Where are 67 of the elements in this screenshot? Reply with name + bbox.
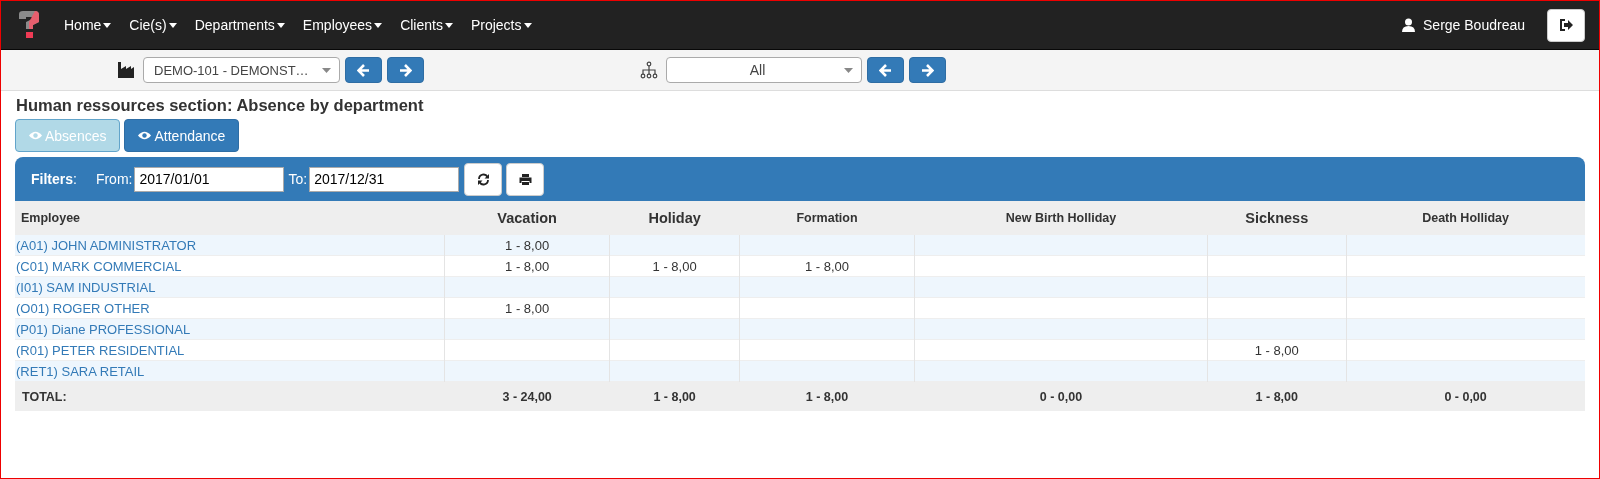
caret-icon <box>168 22 177 28</box>
nav-menu[interactable]: Projects <box>461 17 541 33</box>
hierarchy-icon <box>640 61 658 79</box>
previous-button[interactable] <box>867 57 904 83</box>
dropdown-icon <box>322 67 331 73</box>
page-title: Human ressources section: Absence by department <box>16 96 425 115</box>
user-name[interactable]: Serge Boudreau <box>1423 17 1525 33</box>
total-cell: 1 - 8,00 <box>653 389 696 404</box>
table-cell: 1 - 8,00 <box>1254 342 1299 358</box>
arrow-right-icon <box>921 63 934 77</box>
eye-icon <box>29 131 42 140</box>
arrow-left-icon <box>357 63 370 77</box>
refresh-button[interactable] <box>464 162 503 196</box>
total-cell: 1 - 8,00 <box>1255 389 1298 404</box>
to-date-field[interactable]: 2017/12/31 <box>309 166 460 192</box>
total-cell: 0 - 0,00 <box>1444 389 1487 404</box>
employee-link[interactable]: (C01) MARK COMMERCIAL <box>16 258 182 274</box>
nav-menu[interactable]: Departments <box>185 17 294 33</box>
department-select[interactable]: All <box>666 57 862 83</box>
from-label: From: <box>95 171 133 187</box>
from-date-field[interactable]: 2017/01/01 <box>134 166 285 192</box>
printer-icon <box>518 172 532 186</box>
column-header: Sickness <box>1207 201 1347 235</box>
table-cell: 1 - 8,00 <box>505 300 550 316</box>
nav-menu[interactable]: Home <box>55 17 121 33</box>
caret-icon <box>103 22 112 28</box>
table-cell: 1 - 8,00 <box>505 258 550 274</box>
refresh-icon <box>476 172 490 186</box>
total-cell: 3 - 24,00 <box>502 389 552 404</box>
column-header: Formation <box>739 201 915 235</box>
view-button[interactable]: Attendance <box>124 119 240 152</box>
logout-button[interactable] <box>1547 8 1585 42</box>
column-header: New Birth Holliday <box>914 201 1208 235</box>
column-header: Holiday <box>609 201 740 235</box>
employee-link[interactable]: (R01) PETER RESIDENTIAL <box>16 342 185 358</box>
arrow-left-icon <box>879 63 892 77</box>
caret-icon <box>523 22 532 28</box>
total-cell: 1 - 8,00 <box>805 389 849 404</box>
employee-link[interactable]: (O01) ROGER OTHER <box>16 300 150 316</box>
factory-icon <box>117 61 135 79</box>
user-icon <box>1402 18 1416 32</box>
table-cell: 1 - 8,00 <box>505 237 550 253</box>
eye-icon <box>138 131 152 140</box>
to-label: To: <box>288 171 308 187</box>
table-cell: 1 - 8,00 <box>652 258 697 274</box>
column-header: Vacation <box>444 201 610 235</box>
nav-menu[interactable]: Clients <box>391 17 462 33</box>
caret-icon <box>374 22 383 28</box>
filters-label: Filters: <box>31 171 77 187</box>
previous-button[interactable] <box>345 57 382 83</box>
nav-menu[interactable]: Cie(s) <box>120 17 186 33</box>
dropdown-icon <box>844 67 853 73</box>
nav-menu[interactable]: Employees <box>293 17 392 33</box>
arrow-right-icon <box>399 63 412 77</box>
next-button[interactable] <box>387 57 424 83</box>
caret-icon <box>276 22 285 28</box>
table-cell: 1 - 8,00 <box>804 258 850 274</box>
column-header: Death Holliday <box>1346 201 1585 235</box>
company-select[interactable]: DEMO-101 - DEMONST… <box>143 57 340 83</box>
print-button[interactable] <box>506 162 545 196</box>
total-cell: 0 - 0,00 <box>1039 389 1083 404</box>
total-label: TOTAL: <box>22 389 67 404</box>
caret-icon <box>444 22 453 28</box>
column-header: Employee <box>15 201 445 235</box>
logo-icon <box>17 10 41 40</box>
logout-icon <box>1559 19 1573 31</box>
next-button[interactable] <box>909 57 946 83</box>
